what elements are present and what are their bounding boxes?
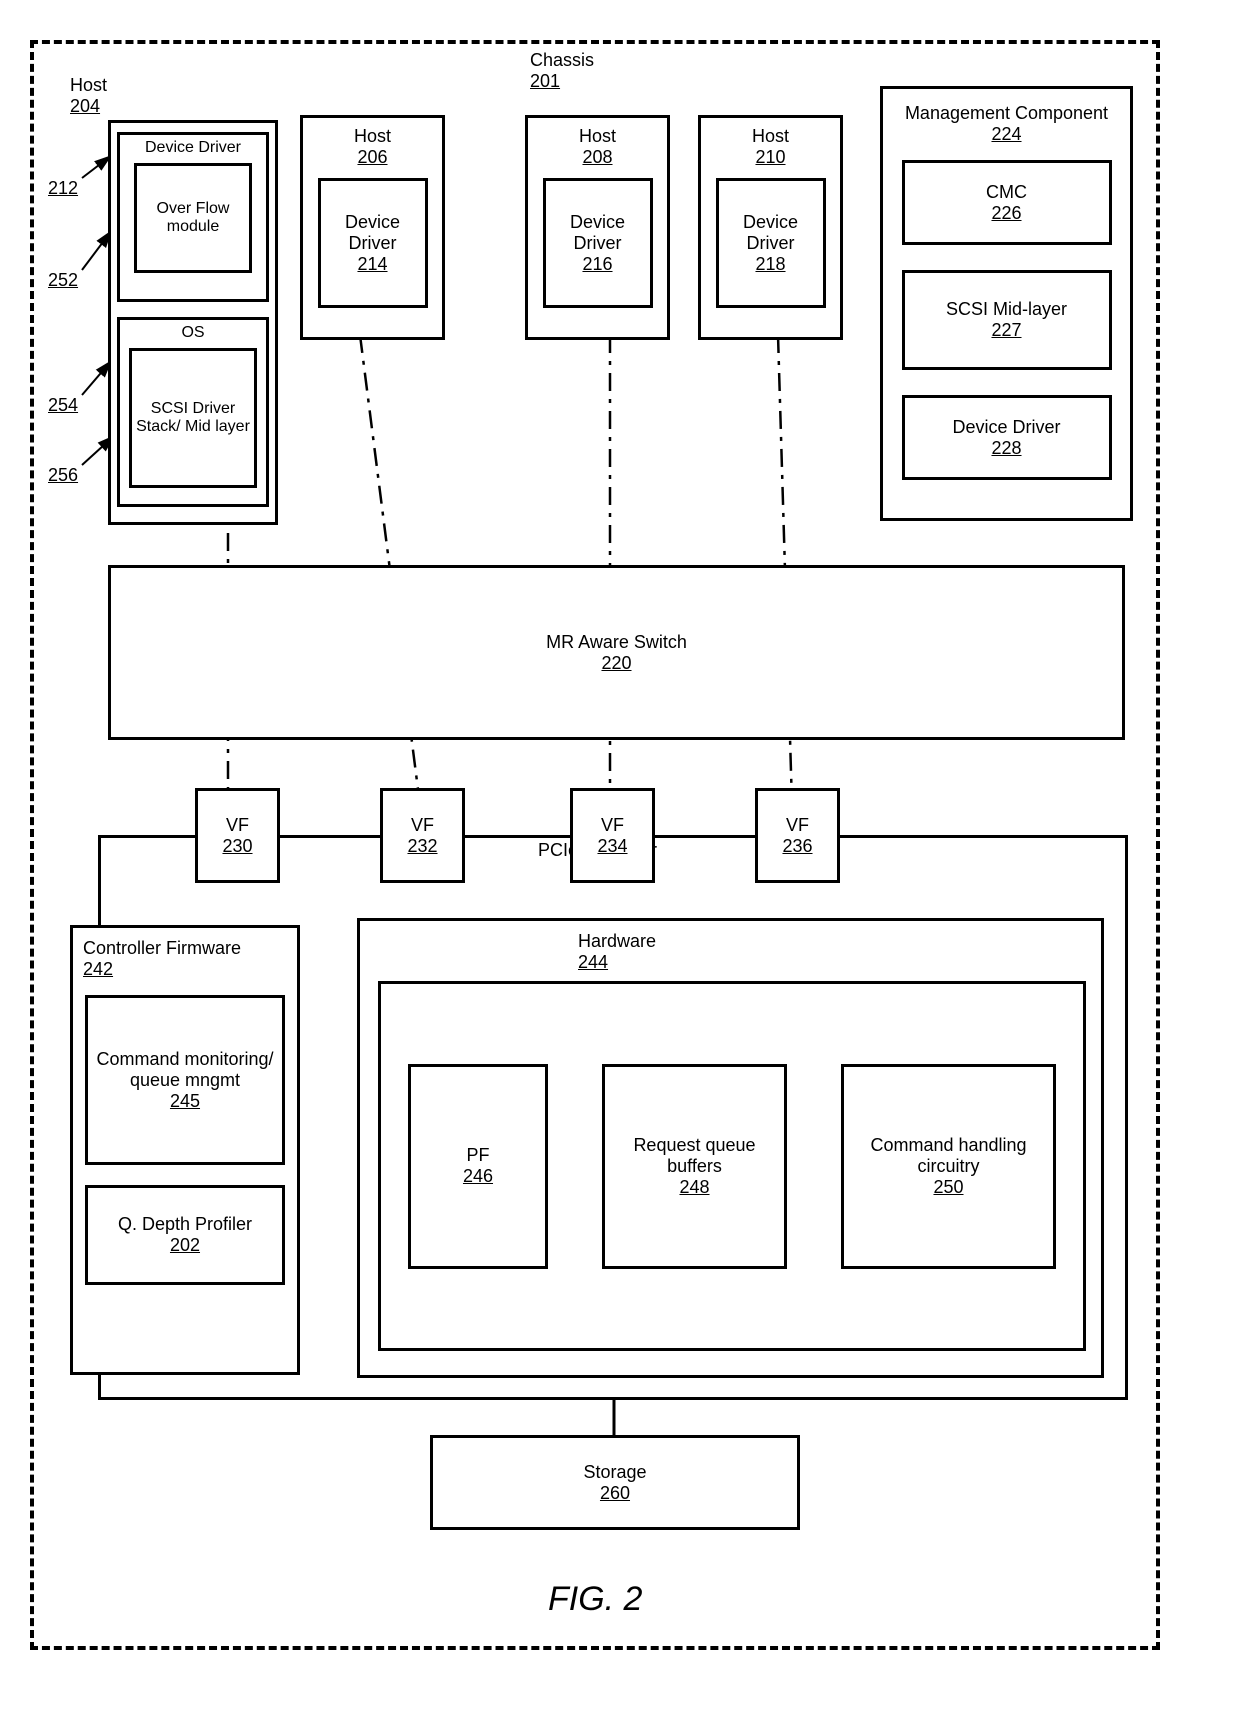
vf232-label: VF [411,815,434,836]
mgmt-dd-label: Device Driver [952,417,1060,438]
ref-212: 212 [48,178,78,199]
dd218-ref: 218 [755,254,785,275]
hardware-ref: 244 [578,952,608,972]
mgmt-box: Management Component 224 CMC 226 SCSI Mi… [880,86,1133,521]
switch-ref: 220 [601,653,631,674]
storage-label: Storage [583,1462,646,1483]
dd214-box: Device Driver 214 [318,178,428,308]
hardware-inner: PF 246 Request queue buffers 248 Command… [378,981,1086,1351]
cmc-box: CMC 226 [902,160,1112,245]
dd218-box: Device Driver 218 [716,178,826,308]
host204-outer-label: Host 204 [70,75,107,117]
storage-ref: 260 [600,1483,630,1504]
host204-overflow-box: Over Flow module [134,163,252,273]
vf232-box: VF 232 [380,788,465,883]
dd214-label: Device Driver [321,212,425,254]
rqb-label: Request queue buffers [605,1135,784,1177]
scsi-mid-ref: 227 [991,320,1021,341]
cmc-label: CMC [986,182,1027,203]
mgmt-dd-ref: 228 [991,438,1021,459]
host204-os-label: OS [181,324,204,342]
pf-label: PF [466,1145,489,1166]
vf234-box: VF 234 [570,788,655,883]
host204-device-driver: Device Driver Over Flow module [117,132,269,302]
pf-box: PF 246 [408,1064,548,1269]
host204-scsi-label: SCSI Driver Stack/ Mid layer [132,400,254,436]
dd218-label: Device Driver [719,212,823,254]
host204-scsi-box: SCSI Driver Stack/ Mid layer [129,348,257,488]
firmware-box: Controller Firmware 242 Command monitori… [70,925,300,1375]
firmware-label: Controller Firmware [83,938,241,958]
diagram-canvas: Chassis 201 Host 204 [0,0,1240,1717]
vf234-ref: 234 [597,836,627,857]
qdepth-ref: 202 [170,1235,200,1256]
firmware-ref: 242 [83,959,113,979]
rqb-box: Request queue buffers 248 [602,1064,787,1269]
cmdmon-box: Command monitoring/ queue mngmt 245 [85,995,285,1165]
vf232-ref: 232 [407,836,437,857]
mgmt-dd-box: Device Driver 228 [902,395,1112,480]
host210-label: Host [752,126,789,147]
ref-254: 254 [48,395,78,416]
cmdmon-label: Command monitoring/ queue mngmt [88,1049,282,1091]
host208-label: Host [579,126,616,147]
storage-box: Storage 260 [430,1435,800,1530]
qdepth-label: Q. Depth Profiler [118,1214,252,1235]
vf230-box: VF 230 [195,788,280,883]
chc-box: Command handling circuitry 250 [841,1064,1056,1269]
host204-ref: 204 [70,96,100,116]
host208-ref: 208 [582,147,612,168]
vf236-box: VF 236 [755,788,840,883]
figure-label: FIG. 2 [548,1580,642,1619]
scsi-mid-label: SCSI Mid-layer [946,299,1067,320]
chassis-label: Chassis 201 [530,50,594,92]
dd216-box: Device Driver 216 [543,178,653,308]
cmc-ref: 226 [991,203,1021,224]
vf236-ref: 236 [782,836,812,857]
vf230-label: VF [226,815,249,836]
hardware-box: Hardware 244 PF 246 Request queue buffer… [357,918,1104,1378]
dd216-ref: 216 [582,254,612,275]
host206-label: Host [354,126,391,147]
host204-overflow-label: Over Flow module [137,200,249,236]
cmdmon-ref: 245 [170,1091,200,1112]
host204-os-box: OS SCSI Driver Stack/ Mid layer [117,317,269,507]
dd216-label: Device Driver [546,212,650,254]
chassis-ref: 201 [530,71,560,91]
chc-ref: 250 [933,1177,963,1198]
chc-label: Command handling circuitry [844,1135,1053,1177]
host204-dd-label: Device Driver [145,139,241,157]
switch-box: MR Aware Switch 220 [108,565,1125,740]
mgmt-label: Management Component [905,103,1108,124]
vf230-ref: 230 [222,836,252,857]
host204-text: Host [70,75,107,95]
dd214-ref: 214 [357,254,387,275]
scsi-mid-box: SCSI Mid-layer 227 [902,270,1112,370]
host210-ref: 210 [755,147,785,168]
host210-box: Host 210 Device Driver 218 [698,115,843,340]
switch-label: MR Aware Switch [546,632,687,653]
qdepth-box: Q. Depth Profiler 202 [85,1185,285,1285]
pf-ref: 246 [463,1166,493,1187]
host206-ref: 206 [357,147,387,168]
host206-box: Host 206 Device Driver 214 [300,115,445,340]
vf234-label: VF [601,815,624,836]
vf236-label: VF [786,815,809,836]
ref-252: 252 [48,270,78,291]
mgmt-ref: 224 [991,124,1021,145]
chassis-text: Chassis [530,50,594,70]
host208-box: Host 208 Device Driver 216 [525,115,670,340]
ref-256: 256 [48,465,78,486]
hardware-label: Hardware [578,931,656,951]
host204-box: Device Driver Over Flow module OS SCSI D… [108,120,278,525]
rqb-ref: 248 [679,1177,709,1198]
